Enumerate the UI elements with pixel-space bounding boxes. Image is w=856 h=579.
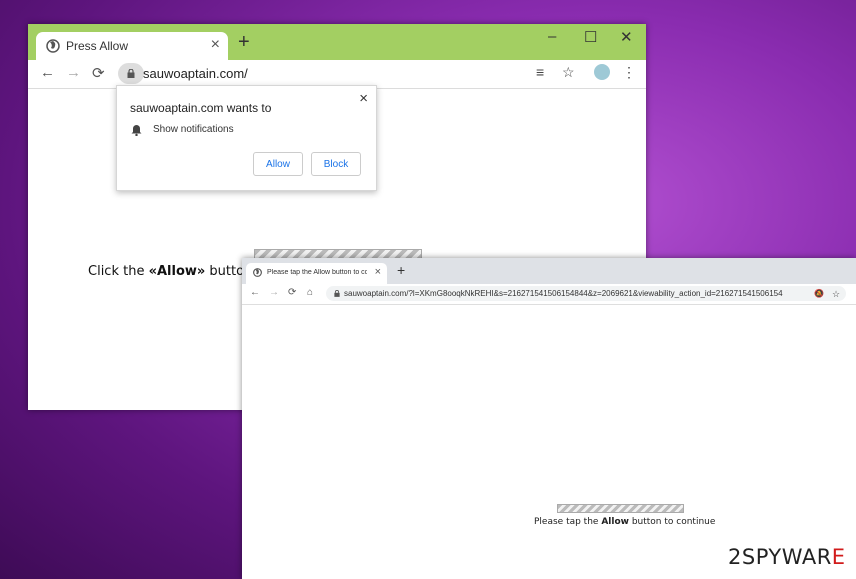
globe-icon [253,268,262,277]
tab-strip-secondary: Please tap the Allow button to co × + [242,258,856,284]
new-tab-button[interactable]: + [238,32,250,52]
lock-icon [334,290,340,297]
bookmark-star-icon[interactable]: ☆ [562,64,575,81]
back-button[interactable]: ← [250,287,260,298]
watermark-text-accent: E [831,545,846,569]
menu-icon[interactable]: ⋮ [622,64,636,81]
url-text: sauwoaptain.com/ [143,66,248,81]
page-instruction-text: Click the «Allow» button t [88,264,262,279]
maximize-button[interactable]: ☐ [584,28,597,46]
reader-mode-icon[interactable]: ≡ [536,64,544,80]
tab-please-tap-allow[interactable]: Please tap the Allow button to co × [246,263,387,284]
instruction-text-bold: Allow [601,517,629,527]
allow-button[interactable]: Allow [253,152,303,176]
address-bar[interactable]: sauwoaptain.com/?l=XKmG8ooqkNkREHI&s=216… [326,286,846,301]
lock-icon [127,69,135,78]
block-button[interactable]: Block [311,152,361,176]
instruction-text-start: Please tap the [534,517,602,527]
tab-title: Please tap the Allow button to co [267,269,367,276]
browser-window-secondary: Please tap the Allow button to co × + ← … [242,258,856,579]
page-instruction-text: Please tap the Allow button to continue [534,517,715,527]
watermark-text: 2SPYWAR [728,545,832,569]
new-tab-button[interactable]: + [397,262,405,278]
home-button[interactable]: ⌂ [307,287,313,298]
globe-icon [46,39,60,53]
site-info-button[interactable] [118,63,144,84]
forward-button[interactable]: → [269,287,279,298]
back-button[interactable]: ← [40,64,55,81]
watermark-logo: 2SPYWARE [728,545,846,569]
notification-permission-popup: sauwoaptain.com wants to × Show notifica… [116,85,377,191]
instruction-text-bold: «Allow» [148,264,206,279]
tab-strip: Press Allow × + – ☐ ✕ [28,24,646,60]
bell-icon [131,125,142,136]
popup-title: sauwoaptain.com wants to [130,101,272,115]
popup-close-icon[interactable]: × [359,90,368,107]
instruction-text-start: Click the [88,264,149,279]
reload-button[interactable]: ⟳ [92,64,105,82]
tab-close-icon[interactable]: × [211,36,220,54]
url-text: sauwoaptain.com/?l=XKmG8ooqkNkREHI&s=216… [344,289,783,298]
reload-button[interactable]: ⟳ [288,287,296,298]
forward-button[interactable]: → [66,64,81,81]
instruction-text-end: button to continue [628,517,716,527]
notifications-blocked-icon[interactable]: 🔕 [814,289,824,298]
permission-label: Show notifications [153,124,234,135]
bookmark-star-icon[interactable]: ☆ [832,289,840,300]
loading-bar [557,504,684,513]
close-window-button[interactable]: ✕ [620,28,633,46]
tab-press-allow[interactable]: Press Allow × [36,32,228,60]
tab-close-icon[interactable]: × [375,266,381,278]
tab-title: Press Allow [66,39,129,53]
browser-toolbar-secondary: ← → ⟳ ⌂ sauwoaptain.com/?l=XKmG8ooqkNkRE… [242,284,856,305]
profile-avatar[interactable] [594,64,610,80]
address-bar[interactable]: sauwoaptain.com/ [118,63,606,84]
minimize-button[interactable]: – [548,28,556,45]
